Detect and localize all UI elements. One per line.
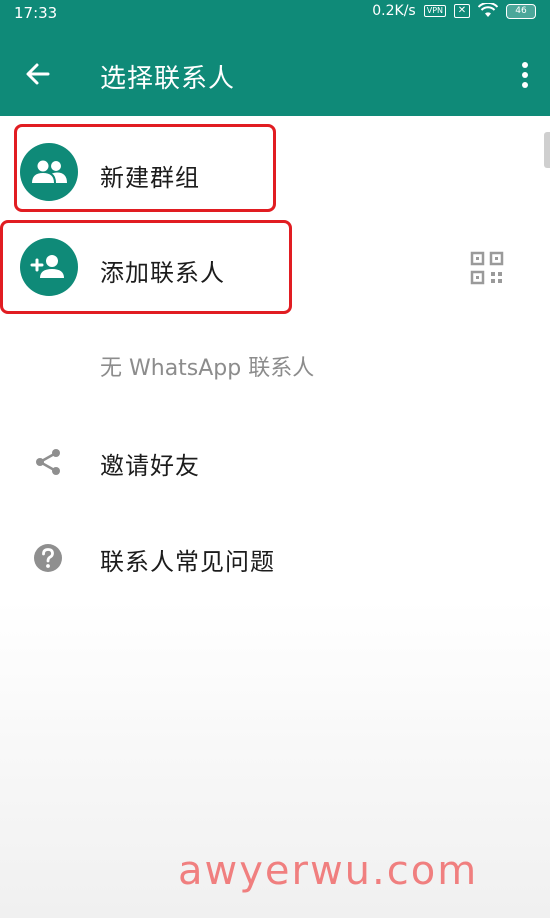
no-contacts-text: 无 WhatsApp 联系人 bbox=[100, 356, 315, 381]
new-group-avatar bbox=[20, 143, 78, 201]
contacts-help-item[interactable]: 联系人常见问题 bbox=[0, 510, 550, 606]
add-person-icon bbox=[30, 255, 64, 278]
new-group-item[interactable]: 新建群组 bbox=[0, 124, 550, 220]
status-indicators: 0.2K/s VPN ✕ 46 bbox=[372, 3, 536, 19]
share-icon bbox=[36, 449, 60, 475]
battery-icon: 46 bbox=[506, 3, 536, 19]
arrow-back-icon bbox=[26, 63, 50, 85]
app-bar: 选择联系人 bbox=[0, 28, 550, 116]
status-bar: 17:33 0.2K/s VPN ✕ 46 bbox=[0, 0, 550, 28]
network-speed: 0.2K/s bbox=[372, 3, 416, 19]
more-options-button[interactable] bbox=[514, 58, 536, 92]
vpn-icon: VPN bbox=[423, 5, 446, 17]
qr-code-button[interactable] bbox=[468, 249, 506, 287]
qr-code-icon bbox=[470, 251, 504, 285]
no-sim-icon: ✕ bbox=[454, 4, 470, 18]
help-icon bbox=[34, 544, 62, 572]
more-vert-icon bbox=[522, 62, 528, 88]
wifi-icon bbox=[478, 3, 498, 17]
new-group-label: 新建群组 bbox=[100, 164, 200, 192]
invite-friends-label: 邀请好友 bbox=[100, 452, 200, 480]
group-icon bbox=[32, 160, 67, 183]
add-contact-avatar bbox=[20, 238, 78, 296]
invite-friends-item[interactable]: 邀请好友 bbox=[0, 414, 550, 510]
back-button[interactable] bbox=[20, 56, 56, 92]
contacts-help-label: 联系人常见问题 bbox=[100, 548, 275, 576]
status-time: 17:33 bbox=[14, 4, 58, 22]
page-title: 选择联系人 bbox=[100, 64, 236, 94]
add-contact-label: 添加联系人 bbox=[100, 259, 225, 287]
watermark: awyerwu.com bbox=[178, 848, 479, 894]
